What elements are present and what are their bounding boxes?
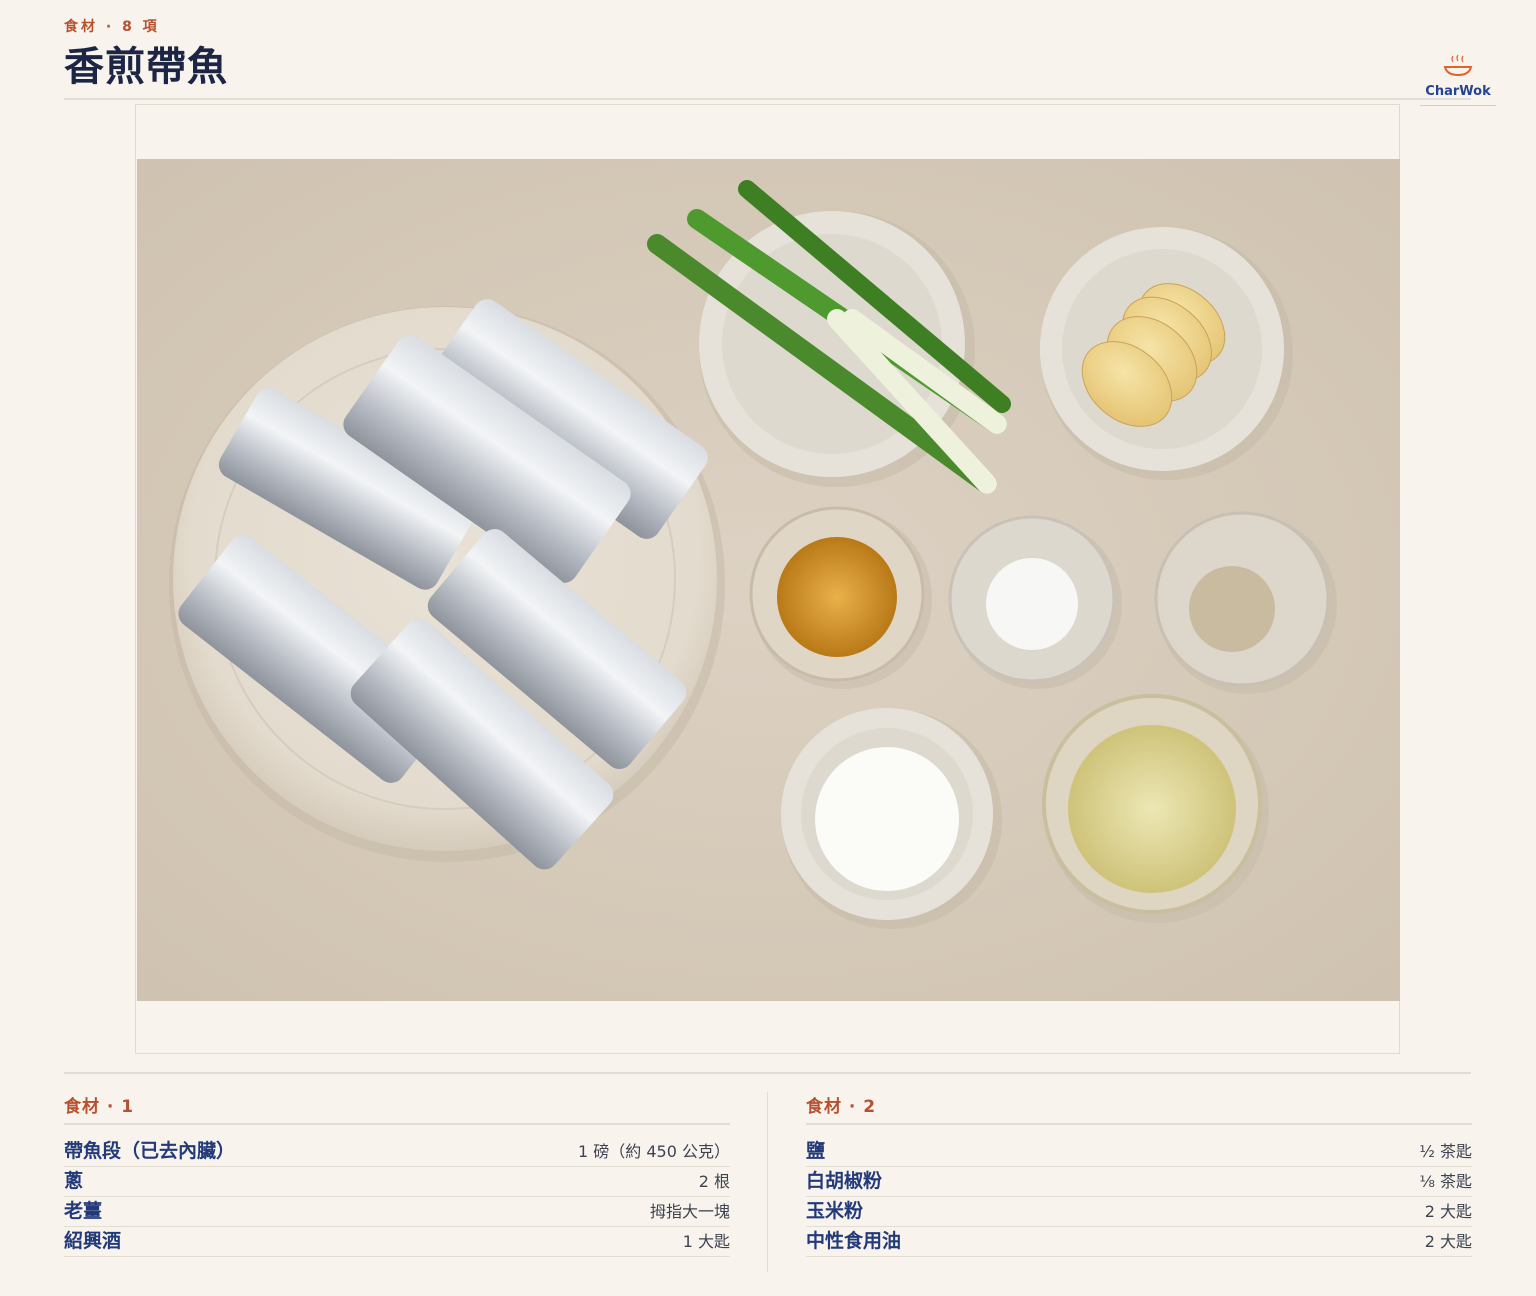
ingredient-name: 紹興酒 bbox=[64, 1230, 122, 1252]
ingredient-quantity: 1 大匙 bbox=[682, 1232, 730, 1251]
ingredient-row: 鹽 ½ 茶匙 bbox=[806, 1137, 1472, 1167]
ingredient-row: 白胡椒粉 ⅛ 茶匙 bbox=[806, 1167, 1472, 1197]
ingredient-row: 帶魚段（已去內臟） 1 磅（約 450 公克） bbox=[64, 1137, 730, 1167]
ingredient-quantity: ⅛ 茶匙 bbox=[1419, 1172, 1472, 1191]
ingredient-section-1: 食材 · 1 帶魚段（已去內臟） 1 磅（約 450 公克） 蔥 2 根 老薑 … bbox=[64, 1092, 730, 1257]
ingredient-row: 老薑 拇指大一塊 bbox=[64, 1197, 730, 1227]
ingredient-row: 紹興酒 1 大匙 bbox=[64, 1227, 730, 1257]
ingredient-row: 玉米粉 2 大匙 bbox=[806, 1197, 1472, 1227]
section-heading: 食材 · 1 bbox=[64, 1092, 730, 1125]
ingredient-section-2: 食材 · 2 鹽 ½ 茶匙 白胡椒粉 ⅛ 茶匙 玉米粉 2 大匙 中性食用油 2… bbox=[806, 1092, 1472, 1257]
ingredient-row: 中性食用油 2 大匙 bbox=[806, 1227, 1472, 1257]
column-divider bbox=[767, 1092, 768, 1272]
brand-name: CharWok bbox=[1420, 84, 1496, 106]
ingredient-name: 中性食用油 bbox=[806, 1230, 902, 1252]
section-divider bbox=[64, 1072, 1471, 1074]
header-divider bbox=[64, 98, 1471, 100]
ingredient-quantity: ½ 茶匙 bbox=[1419, 1142, 1472, 1161]
ingredient-name: 玉米粉 bbox=[806, 1200, 864, 1222]
ingredient-quantity: 2 大匙 bbox=[1424, 1202, 1472, 1221]
steaming-bowl-icon bbox=[1443, 54, 1473, 77]
ingredients-photo bbox=[137, 159, 1400, 1001]
ingredient-name: 老薑 bbox=[64, 1200, 103, 1222]
ingredient-name: 帶魚段（已去內臟） bbox=[64, 1140, 236, 1162]
section-heading: 食材 · 2 bbox=[806, 1092, 1472, 1125]
ingredient-quantity: 2 根 bbox=[698, 1172, 730, 1191]
photo-frame bbox=[135, 104, 1400, 1054]
ingredient-name: 蔥 bbox=[64, 1170, 84, 1192]
ingredient-quantity: 1 磅（約 450 公克） bbox=[578, 1142, 730, 1161]
ingredient-row: 蔥 2 根 bbox=[64, 1167, 730, 1197]
ingredient-quantity: 拇指大一塊 bbox=[649, 1202, 730, 1221]
cornstarch-bowl bbox=[781, 708, 1002, 929]
ingredient-name: 白胡椒粉 bbox=[806, 1170, 883, 1192]
ingredient-quantity: 2 大匙 bbox=[1424, 1232, 1472, 1251]
ginger-bowl bbox=[1040, 227, 1293, 480]
recipe-title: 香煎帶魚 bbox=[64, 44, 228, 90]
shaoxing-wine-bowl bbox=[749, 506, 932, 689]
ingredient-count-label: 食材 · 8 項 bbox=[64, 19, 160, 35]
ingredient-name: 鹽 bbox=[806, 1140, 826, 1162]
white-pepper-bowl bbox=[1154, 511, 1337, 694]
